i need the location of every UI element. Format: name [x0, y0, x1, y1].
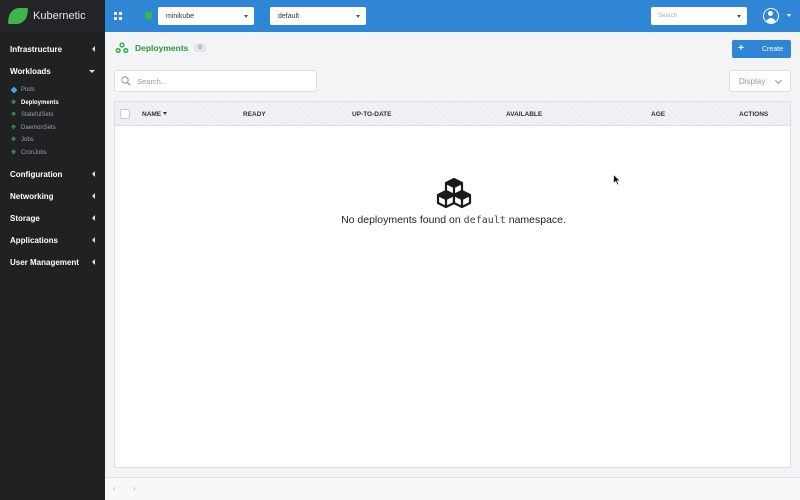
context-status-icon	[145, 12, 152, 19]
caret-down-icon	[89, 69, 95, 73]
cluster-icon: ✥	[11, 124, 17, 131]
caret-down-icon[interactable]	[787, 14, 791, 17]
column-header-name[interactable]: NAME	[142, 111, 168, 118]
user-avatar-icon[interactable]	[763, 8, 779, 24]
sidebar-group-configuration[interactable]: Configuration	[0, 163, 105, 185]
table-header: NAME READY UP-TO-DATE AVAILABLE AGE ACTI…	[115, 102, 790, 126]
kubernetic-logo-icon	[7, 8, 29, 24]
deployments-icon	[115, 42, 129, 54]
sidebar-item-label: Jobs	[21, 137, 34, 144]
search-icon	[121, 76, 131, 86]
display-button-label: Display	[739, 76, 766, 86]
display-button[interactable]: Display	[729, 70, 791, 92]
sidebar-group-workloads[interactable]: Workloads	[0, 60, 105, 82]
select-all-checkbox[interactable]	[120, 109, 130, 119]
pagination-footer: ‹ ›	[105, 477, 800, 500]
sidebar-group-label: User Management	[10, 257, 79, 267]
sidebar-item-pods[interactable]: Pods	[0, 84, 105, 97]
sidebar-group-infrastructure[interactable]: Infrastructure	[0, 38, 105, 60]
caret-left-icon	[92, 193, 95, 199]
sidebar-group-storage[interactable]: Storage	[0, 207, 105, 229]
prev-page-button[interactable]: ‹	[113, 484, 116, 493]
sidebar-group-networking[interactable]: Networking	[0, 185, 105, 207]
caret-down-icon	[737, 15, 741, 18]
sidebar-item-daemonsets[interactable]: ✥ DaemonSets	[0, 122, 105, 135]
sidebar-group-applications[interactable]: Applications	[0, 229, 105, 251]
sidebar-group-user-management[interactable]: User Management	[0, 251, 105, 273]
column-header-actions: ACTIONS	[739, 111, 769, 118]
sidebar-group-label: Workloads	[10, 66, 51, 76]
caret-left-icon	[92, 237, 95, 243]
sidebar-group-label: Applications	[10, 235, 59, 245]
sidebar-item-statefulsets[interactable]: ✥ StatefulSets	[0, 109, 105, 122]
caret-left-icon	[92, 171, 95, 177]
sidebar-nav: Infrastructure Workloads Pods ✥ Deployme…	[0, 32, 105, 273]
sidebar: Kubernetic Infrastructure Workloads Pods…	[0, 0, 105, 500]
sidebar-group-label: Configuration	[10, 169, 63, 179]
sidebar-item-cronjobs[interactable]: ✥ CronJobs	[0, 147, 105, 160]
namespace-select[interactable]: default	[270, 7, 366, 25]
caret-left-icon	[92, 46, 95, 52]
search-placeholder: Search...	[137, 76, 168, 86]
empty-state: No deployments found on default namespac…	[115, 177, 792, 226]
search-input[interactable]: Search...	[114, 70, 317, 92]
brand-name: Kubernetic	[33, 10, 86, 22]
cluster-icon: ✥	[11, 149, 17, 156]
sidebar-item-deployments[interactable]: ✥ Deployments	[0, 97, 105, 110]
count-badge: 0	[194, 44, 206, 52]
mouse-cursor-icon	[613, 174, 621, 186]
namespace-code: default	[463, 215, 506, 226]
app-grid-icon[interactable]	[114, 12, 122, 20]
namespace-select-value: default	[278, 12, 300, 20]
main-content: Deployments 0 + Create Search... Display…	[105, 32, 800, 500]
brand[interactable]: Kubernetic	[0, 0, 105, 32]
column-header-ready[interactable]: READY	[243, 111, 266, 118]
sidebar-item-label: StatefulSets	[21, 112, 54, 119]
sidebar-item-jobs[interactable]: ✥ Jobs	[0, 134, 105, 147]
topbar: minikube default Search	[105, 0, 800, 32]
sidebar-item-label: CronJobs	[21, 149, 47, 156]
column-header-available[interactable]: AVAILABLE	[506, 111, 542, 118]
global-search-input[interactable]: Search	[651, 7, 747, 25]
empty-message: No deployments found on default namespac…	[341, 214, 566, 226]
caret-left-icon	[92, 215, 95, 221]
sidebar-group-label: Infrastructure	[10, 44, 63, 54]
workloads-list: Pods ✥ Deployments ✥ StatefulSets ✥ Daem…	[0, 82, 105, 163]
sidebar-item-label: Pods	[21, 87, 35, 94]
sort-desc-icon	[163, 112, 168, 115]
page-title: Deployments	[135, 43, 189, 53]
cluster-icon: ✥	[11, 137, 17, 144]
page-header: Deployments 0	[115, 42, 206, 54]
pod-icon	[10, 86, 18, 94]
cluster-icon: ✥	[11, 99, 17, 106]
create-button-label: Create	[762, 45, 784, 53]
create-button[interactable]: + Create	[732, 40, 791, 58]
sidebar-item-label: Deployments	[21, 99, 59, 106]
deployments-table: NAME READY UP-TO-DATE AVAILABLE AGE ACTI…	[114, 101, 791, 468]
sidebar-group-label: Storage	[10, 213, 40, 223]
column-header-age[interactable]: AGE	[651, 111, 665, 118]
plus-icon: +	[738, 43, 744, 54]
sidebar-group-label: Networking	[10, 191, 54, 201]
cubes-icon	[436, 177, 471, 209]
caret-down-icon	[356, 15, 360, 18]
context-select-value: minikube	[166, 12, 195, 20]
chevron-down-icon	[774, 76, 783, 85]
cluster-icon: ✥	[11, 112, 17, 119]
caret-left-icon	[92, 259, 95, 265]
sidebar-item-label: DaemonSets	[21, 124, 56, 131]
next-page-button[interactable]: ›	[133, 484, 136, 493]
global-search-placeholder: Search	[658, 13, 678, 19]
context-select[interactable]: minikube	[158, 7, 254, 25]
column-header-up-to-date[interactable]: UP-TO-DATE	[352, 111, 391, 118]
caret-down-icon	[244, 15, 248, 18]
